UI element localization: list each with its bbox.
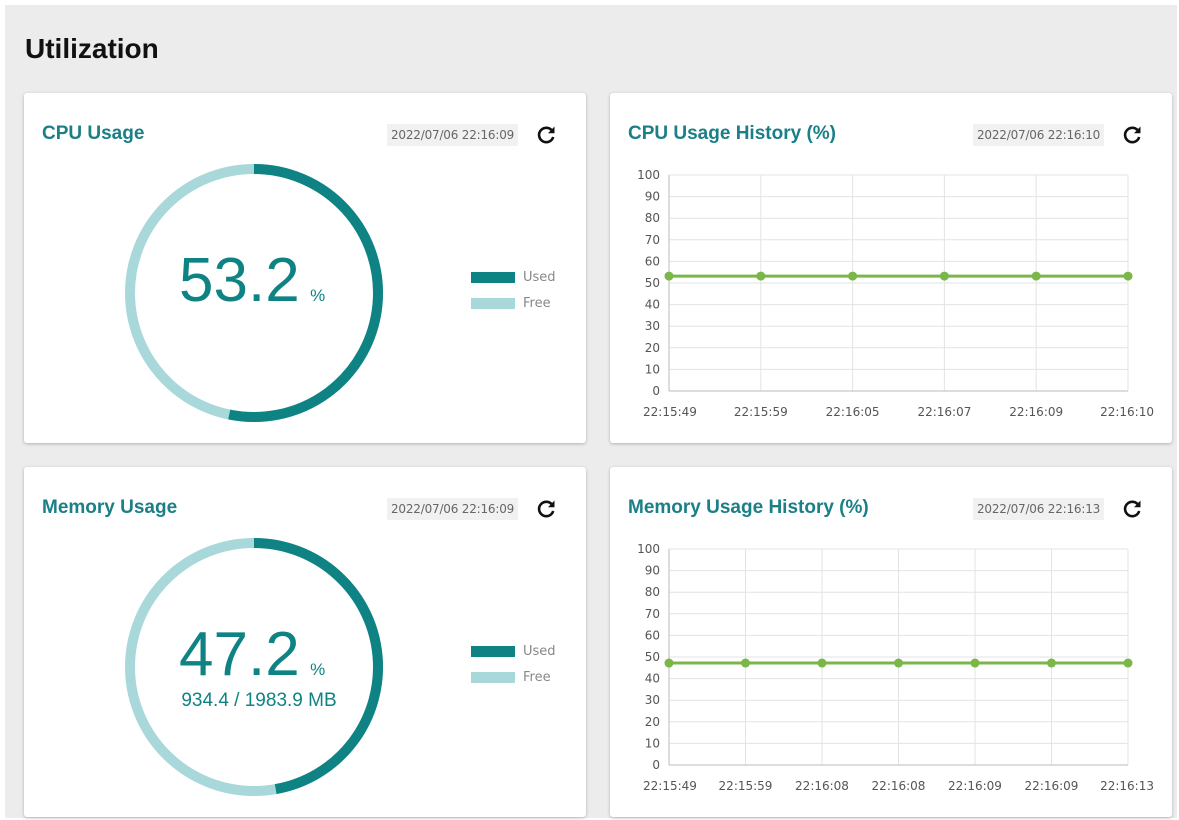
data-point	[664, 271, 674, 281]
y-tick-label: 60	[645, 628, 660, 642]
memory-usage-unit: %	[310, 660, 326, 679]
data-point	[848, 271, 858, 281]
x-tick-label: 22:16:07	[917, 405, 971, 419]
y-tick-label: 80	[645, 211, 660, 225]
y-tick-label: 0	[652, 758, 660, 772]
legend-free-label: Free	[523, 296, 551, 311]
utilization-page: Utilization CPU Usage 2022/07/06 22:16:0…	[5, 5, 1177, 818]
y-tick-label: 0	[652, 384, 660, 398]
cpu-usage-card: CPU Usage 2022/07/06 22:16:09 53.2 % Use…	[24, 93, 586, 443]
cpu-history-chart: 0 10 20 30 40 50 60 70 80 90 100 22:15:49 22:15:59 22…	[637, 168, 1154, 419]
cpu-usage-number: 53.2	[179, 246, 300, 315]
memory-refresh-icon[interactable]	[534, 497, 558, 521]
y-tick-label: 10	[645, 362, 660, 376]
x-tick-label: 22:15:49	[643, 405, 697, 419]
memory-history-timestamp: 2022/07/06 22:16:13	[973, 498, 1105, 520]
data-point	[1047, 658, 1056, 668]
legend-used: Used	[471, 270, 591, 285]
data-point	[1123, 658, 1133, 668]
legend-free-label: Free	[523, 670, 551, 685]
cpu-usage-title: CPU Usage	[42, 123, 145, 144]
legend-free: Free	[471, 670, 591, 685]
cpu-history-card: CPU Usage History (%) 2022/07/06 22:16:1…	[610, 93, 1172, 443]
x-tick-label: 22:16:08	[795, 779, 849, 793]
legend-used-label: Used	[523, 270, 556, 285]
cpu-history-refresh-icon[interactable]	[1120, 123, 1144, 147]
x-tick-label: 22:16:09	[1025, 779, 1079, 793]
cpu-usage-timestamp: 2022/07/06 22:16:09	[387, 124, 519, 146]
y-tick-label: 100	[637, 168, 660, 182]
data-point	[894, 658, 903, 668]
x-tick-label: 22:16:10	[1100, 405, 1154, 419]
memory-usage-value: 47.2 %	[179, 619, 379, 690]
x-tick-label: 22:16:05	[826, 405, 880, 419]
data-point	[970, 658, 980, 668]
used-swatch	[471, 646, 515, 657]
legend-free: Free	[471, 296, 591, 311]
y-tick-label: 90	[645, 564, 660, 578]
cpu-refresh-icon[interactable]	[534, 123, 558, 147]
memory-history-refresh-icon[interactable]	[1120, 497, 1144, 521]
data-point	[939, 271, 949, 281]
y-tick-label: 70	[645, 607, 660, 621]
cpu-usage-value: 53.2 %	[179, 245, 379, 316]
y-tick-label: 80	[645, 585, 660, 599]
legend-used-label: Used	[523, 644, 556, 659]
x-tick-label: 22:16:09	[1009, 405, 1063, 419]
y-tick-label: 40	[645, 672, 660, 686]
memory-usage-title: Memory Usage	[42, 497, 178, 518]
x-tick-label: 22:16:13	[1100, 779, 1154, 793]
x-tick-label: 22:15:59	[719, 779, 773, 793]
x-tick-label: 22:16:08	[872, 779, 926, 793]
legend-used: Used	[471, 644, 591, 659]
cpu-history-title: CPU Usage History (%)	[628, 123, 836, 144]
memory-history-card: Memory Usage History (%) 2022/07/06 22:1…	[610, 467, 1172, 817]
y-tick-label: 20	[645, 715, 660, 729]
free-swatch	[471, 298, 515, 309]
y-tick-label: 40	[645, 298, 660, 312]
x-tick-label: 22:15:59	[734, 405, 788, 419]
y-tick-label: 100	[637, 542, 660, 556]
y-tick-label: 90	[645, 190, 660, 204]
data-point	[1123, 271, 1133, 281]
data-point	[817, 658, 827, 668]
memory-usage-card: Memory Usage 2022/07/06 22:16:09 47.2 % …	[24, 467, 586, 817]
y-tick-label: 70	[645, 233, 660, 247]
data-point	[741, 658, 750, 668]
data-point	[1031, 271, 1041, 281]
y-tick-label: 50	[645, 276, 660, 290]
cpu-usage-unit: %	[310, 286, 326, 305]
data-point	[756, 271, 766, 281]
used-swatch	[471, 272, 515, 283]
memory-history-title: Memory Usage History (%)	[628, 497, 869, 518]
cpu-history-timestamp: 2022/07/06 22:16:10	[973, 124, 1105, 146]
x-tick-label: 22:15:49	[643, 779, 697, 793]
data-point	[664, 658, 674, 668]
page-title: Utilization	[25, 33, 159, 64]
y-tick-label: 30	[645, 319, 660, 333]
y-tick-label: 20	[645, 341, 660, 355]
y-tick-label: 10	[645, 736, 660, 750]
y-tick-label: 60	[645, 254, 660, 268]
memory-usage-timestamp: 2022/07/06 22:16:09	[387, 498, 519, 520]
memory-usage-detail: 934.4 / 1983.9 MB	[181, 690, 337, 711]
x-tick-label: 22:16:09	[948, 779, 1002, 793]
memory-usage-number: 47.2	[179, 620, 300, 689]
y-tick-label: 50	[645, 650, 660, 664]
free-swatch	[471, 672, 515, 683]
y-tick-label: 30	[645, 693, 660, 707]
memory-history-chart: 0 10 20 30 40 50 60 70 80 90 100 22:15:49 22:15:59 22…	[637, 542, 1154, 793]
